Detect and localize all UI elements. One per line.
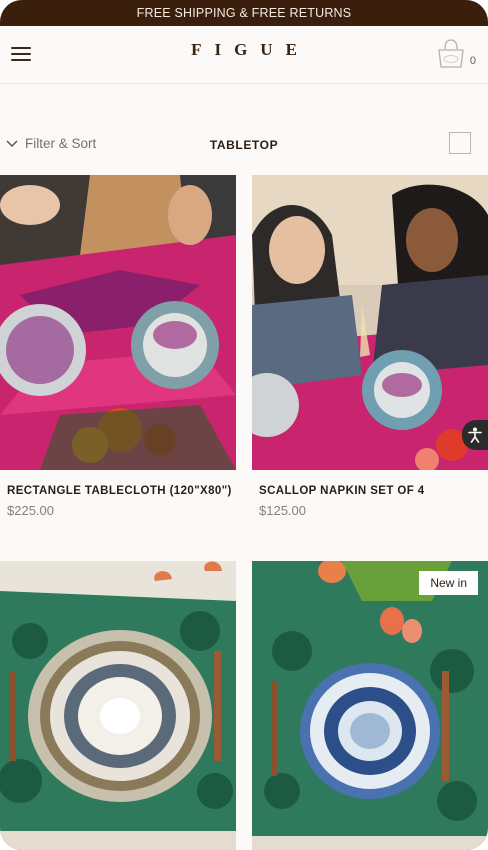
- product-image[interactable]: New in: [252, 561, 488, 850]
- product-image[interactable]: [0, 175, 236, 470]
- announcement-bar: FREE SHIPPING & FREE RETURNS: [0, 0, 488, 26]
- page: FREE SHIPPING & FREE RETURNS FIGUE 0 Fil…: [0, 0, 488, 850]
- product-price: $225.00: [7, 503, 54, 518]
- product-price: $125.00: [259, 503, 306, 518]
- product-card[interactable]: New in: [252, 561, 488, 850]
- cart-count: 0: [469, 55, 476, 67]
- shopping-bag-icon: [438, 39, 464, 68]
- product-image[interactable]: [252, 175, 488, 470]
- product-name[interactable]: SCALLOP NAPKIN SET OF 4: [252, 485, 488, 497]
- product-card[interactable]: [0, 561, 236, 850]
- accessibility-button[interactable]: [462, 420, 488, 450]
- product-card[interactable]: RECTANGLE TABLECLOTH (120"X80") $225.00: [0, 175, 236, 518]
- site-header: FIGUE 0: [0, 26, 488, 84]
- site-logo[interactable]: FIGUE: [0, 40, 488, 60]
- product-name[interactable]: RECTANGLE TABLECLOTH (120"X80"): [0, 485, 236, 497]
- single-view-icon[interactable]: [449, 132, 471, 154]
- accessibility-icon: [468, 427, 482, 443]
- product-image[interactable]: [0, 561, 236, 850]
- cart-button[interactable]: 0: [436, 37, 476, 73]
- new-in-badge: New in: [419, 571, 478, 595]
- announcement-text: FREE SHIPPING & FREE RETURNS: [136, 6, 352, 20]
- product-card[interactable]: SCALLOP NAPKIN SET OF 4 $125.00: [252, 175, 488, 518]
- collection-toolbar: Filter & Sort TABLETOP: [0, 84, 488, 280]
- collection-title: TABLETOP: [209, 138, 279, 152]
